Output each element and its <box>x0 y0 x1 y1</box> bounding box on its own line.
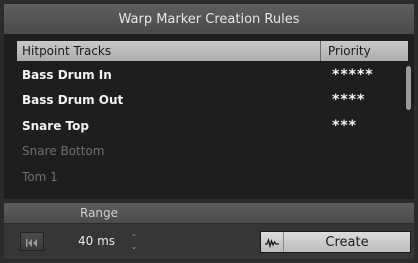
dialog-title: Warp Marker Creation Rules <box>118 11 300 27</box>
priority-stars[interactable]: ***** <box>327 67 374 83</box>
track-name: Bass Drum In <box>22 67 112 82</box>
track-row-snare-bottom[interactable]: Snare Bottom <box>17 139 401 165</box>
range-spinner[interactable]: ⌃ ⌄ <box>130 233 138 251</box>
track-name: Tom 1 <box>22 169 58 184</box>
warp-marker-dialog: Warp Marker Creation Rules Hitpoint Trac… <box>0 0 418 263</box>
track-row-bass-drum-out[interactable]: Bass Drum Out **** <box>17 88 401 114</box>
track-row-tom-1[interactable]: Tom 1 <box>17 164 401 190</box>
track-name: Snare Top <box>22 118 89 133</box>
priority-stars[interactable]: *** <box>327 118 357 134</box>
column-header-priority[interactable]: Priority <box>321 41 408 61</box>
list-scrollbar[interactable] <box>403 62 414 184</box>
column-header-priority-label: Priority <box>328 44 371 58</box>
hitpoint-waveform-icon <box>265 233 279 252</box>
track-list: Bass Drum In ***** Bass Drum Out **** Sn… <box>17 62 401 190</box>
range-label: Range <box>80 206 119 220</box>
spinner-down-arrow[interactable]: ⌄ <box>131 242 138 251</box>
track-name: Bass Drum Out <box>22 93 124 108</box>
column-header-hitpoint-tracks-label: Hitpoint Tracks <box>22 44 112 58</box>
spinner-up-arrow[interactable]: ⌃ <box>131 233 138 242</box>
bottom-toolbar: 40 ms ⌃ ⌄ Create <box>4 224 414 259</box>
skip-back-icon <box>26 232 38 251</box>
hitpoint-waveform-icon-box <box>261 232 284 252</box>
scrollbar-thumb[interactable] <box>406 66 411 110</box>
track-name: Snare Bottom <box>22 144 105 159</box>
title-bar: Warp Marker Creation Rules <box>4 4 414 35</box>
column-header-hitpoint-tracks[interactable]: Hitpoint Tracks <box>17 41 321 61</box>
priority-stars[interactable]: **** <box>327 92 365 108</box>
skip-back-button[interactable] <box>20 232 44 251</box>
range-value-field[interactable]: 40 ms <box>78 234 115 248</box>
table-header: Hitpoint Tracks Priority <box>17 41 408 61</box>
track-row-snare-top[interactable]: Snare Top *** <box>17 113 401 139</box>
create-button-label: Create <box>325 234 369 250</box>
range-section-header: Range <box>4 203 414 223</box>
create-button[interactable]: Create <box>260 231 411 253</box>
track-row-bass-drum-in[interactable]: Bass Drum In ***** <box>17 62 401 88</box>
